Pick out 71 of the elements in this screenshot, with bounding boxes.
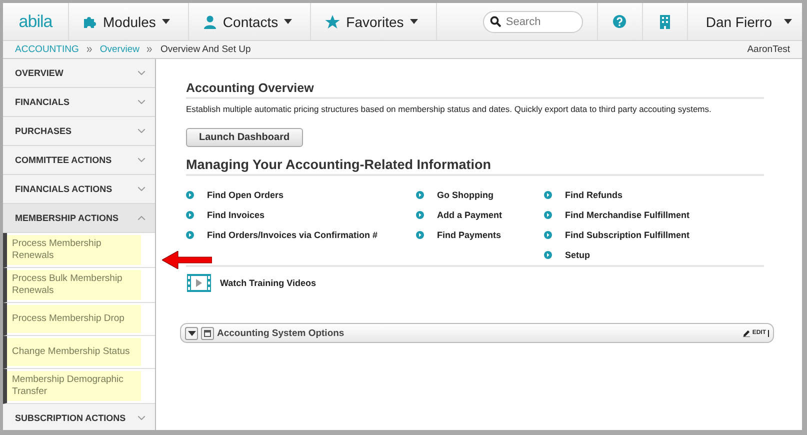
action-link[interactable]: Add a Payment bbox=[437, 210, 502, 220]
double-chevron-icon bbox=[147, 47, 152, 52]
circle-arrow-icon bbox=[544, 191, 552, 199]
circle-arrow-icon bbox=[186, 231, 194, 239]
sidebar-item[interactable]: Membership Demographic Transfer bbox=[7, 371, 141, 401]
action-link[interactable]: Find Refunds bbox=[565, 190, 622, 200]
search-icon bbox=[490, 16, 501, 26]
person-icon bbox=[202, 14, 217, 28]
collapse-button[interactable] bbox=[185, 326, 198, 340]
caret-icon bbox=[284, 19, 292, 24]
film-play-icon[interactable] bbox=[186, 273, 212, 293]
action-link[interactable]: Find Merchandise Fulfillment bbox=[565, 210, 690, 220]
circle-arrow-icon bbox=[544, 251, 552, 259]
nav-menu-button[interactable]: Contacts bbox=[188, 3, 312, 40]
sidebar-section-header[interactable]: COMMITTEE ACTIONS bbox=[3, 146, 155, 175]
puzzle-icon bbox=[83, 14, 97, 28]
sidebar-item[interactable]: Process Membership Drop bbox=[7, 305, 141, 333]
chevron-down-icon bbox=[138, 100, 145, 104]
description-text: Establish multiple automatic pricing structures based on membership status and dates. Quickly export data to third party accouting systems. bbox=[186, 104, 712, 114]
circle-arrow-icon bbox=[416, 191, 424, 199]
breadcrumb-current: Overview And Set Up bbox=[160, 44, 251, 55]
launch-dashboard-button[interactable]: Launch Dashboard bbox=[186, 128, 303, 147]
building-icon[interactable] bbox=[658, 14, 671, 30]
action-link[interactable]: Setup bbox=[565, 250, 590, 260]
search-field[interactable]: Search bbox=[482, 10, 583, 32]
sidebar-item[interactable]: Process Bulk Membership Renewals bbox=[7, 270, 141, 300]
help-icon[interactable] bbox=[613, 15, 626, 28]
training-videos-link[interactable]: Watch Training Videos bbox=[220, 278, 316, 288]
circle-arrow-icon bbox=[544, 231, 552, 239]
section-heading: Accounting Overview bbox=[186, 81, 764, 99]
sidebar-section-header[interactable]: PURCHASES bbox=[3, 117, 155, 146]
account-name: AaronTest bbox=[747, 44, 790, 55]
chevron-down-icon bbox=[138, 416, 145, 420]
section-heading: Managing Your Accounting-Related Information bbox=[186, 157, 764, 176]
nav-menu-button[interactable]: Favorites bbox=[311, 3, 437, 40]
arrow-annotation bbox=[162, 251, 212, 269]
sidebar-section-header[interactable]: OVERVIEW bbox=[3, 59, 155, 88]
sidebar-section-header[interactable]: MEMBERSHIP ACTIONS bbox=[3, 204, 155, 233]
window-button[interactable] bbox=[201, 326, 214, 340]
sidebar-section-header[interactable]: FINANCIALS bbox=[3, 88, 155, 117]
caret-icon bbox=[784, 19, 792, 24]
nav-menu-button[interactable]: Modules bbox=[69, 3, 189, 40]
action-link[interactable]: Find Open Orders bbox=[207, 190, 284, 200]
pencil-icon bbox=[743, 330, 750, 336]
double-chevron-icon bbox=[86, 47, 92, 52]
window-icon bbox=[204, 330, 211, 336]
chevron-down-icon bbox=[138, 158, 145, 162]
sidebar-item[interactable]: Process Membership Renewals bbox=[7, 235, 141, 265]
action-link[interactable]: Find Invoices bbox=[207, 210, 265, 220]
chevron-down-icon bbox=[138, 71, 145, 75]
action-link[interactable]: Find Orders/Invoices via Confirmation # bbox=[207, 230, 378, 240]
user-menu-button[interactable]: Dan Fierro bbox=[686, 3, 802, 40]
action-link[interactable]: Find Subscription Fulfillment bbox=[565, 230, 690, 240]
caret-icon bbox=[188, 330, 196, 336]
circle-arrow-icon bbox=[416, 231, 424, 239]
action-link[interactable]: Go Shopping bbox=[437, 190, 494, 200]
sidebar-item[interactable]: Change Membership Status bbox=[7, 338, 141, 366]
chevron-down-icon bbox=[138, 129, 145, 133]
circle-arrow-icon bbox=[186, 191, 194, 199]
circle-arrow-icon bbox=[186, 211, 194, 219]
chevron-down-icon bbox=[138, 187, 145, 191]
sidebar-section-header[interactable]: SUBSCRIPTION ACTIONS bbox=[3, 404, 155, 430]
caret-icon bbox=[162, 19, 170, 24]
panel-title: Accounting System Options bbox=[217, 328, 346, 338]
star-icon bbox=[325, 14, 340, 28]
sidebar-section-header[interactable]: FINANCIALS ACTIONS bbox=[3, 175, 155, 204]
circle-arrow-icon bbox=[544, 211, 552, 219]
chevron-up-icon bbox=[138, 216, 145, 220]
circle-arrow-icon bbox=[416, 211, 424, 219]
action-link[interactable]: Find Payments bbox=[437, 230, 502, 240]
caret-icon bbox=[410, 19, 418, 24]
